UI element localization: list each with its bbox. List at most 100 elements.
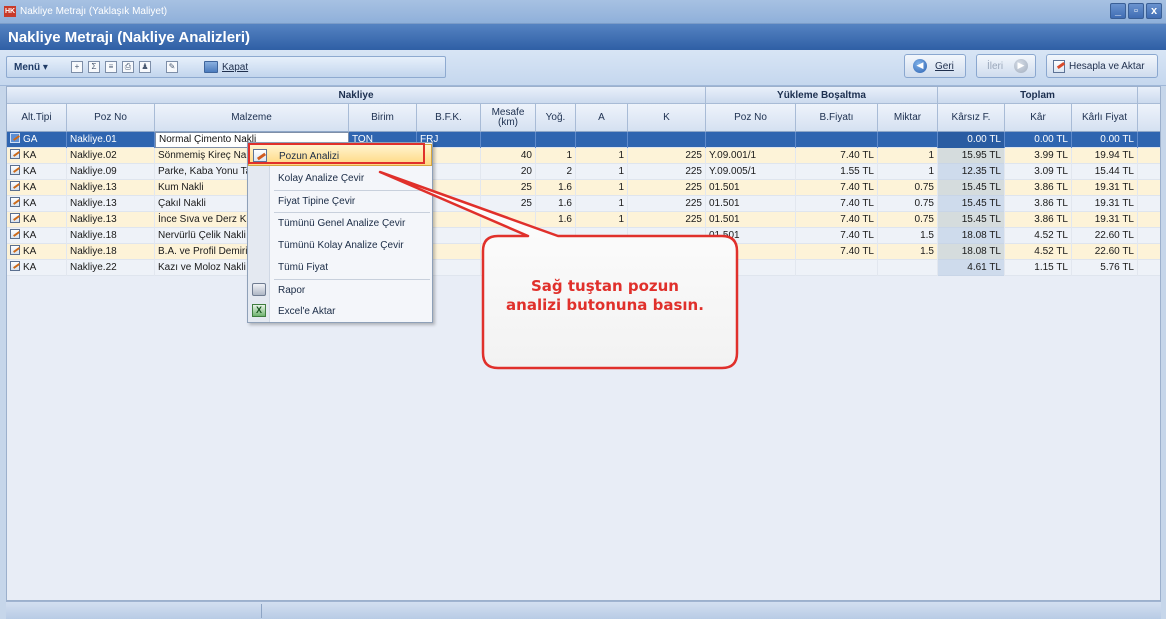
print-icon[interactable]: ⎙	[122, 61, 134, 73]
cell-karsiz[interactable]: 4.61 TL	[938, 260, 1005, 276]
cell-a[interactable]: 1	[576, 164, 628, 180]
table-row[interactable]: KANakliye.18Nervürlü Çelik NakliU01.5017…	[7, 228, 1160, 244]
back-button[interactable]: ◀ Geri	[904, 54, 966, 78]
list-icon[interactable]: ≡	[105, 61, 117, 73]
table-row[interactable]: KANakliye.02Sönmemiş Kireç NaU4011225Y.0…	[7, 148, 1160, 164]
cell-poz[interactable]: Nakliye.09	[67, 164, 155, 180]
cell-karsiz[interactable]: 15.45 TL	[938, 196, 1005, 212]
cell-tip[interactable]: KA	[7, 244, 67, 260]
menu-item-tumunu-kolay-analize-cevir[interactable]: Tümünü Kolay Analize Çevir	[248, 234, 432, 256]
cell-kar[interactable]: 3.86 TL	[1005, 180, 1072, 196]
cell-a[interactable]: 1	[576, 148, 628, 164]
cell-yog[interactable]	[536, 228, 576, 244]
column-header[interactable]: Mesafe (km)	[481, 104, 536, 132]
column-header[interactable]: B.Fiyatı	[796, 104, 878, 132]
cell-k[interactable]: 225	[628, 148, 706, 164]
cell-bfiyat[interactable]: 7.40 TL	[796, 180, 878, 196]
cell-miktar[interactable]	[878, 260, 938, 276]
cell-ypoz[interactable]: 01.501	[706, 228, 796, 244]
cell-poz[interactable]: Nakliye.22	[67, 260, 155, 276]
cell-tip[interactable]: GA	[7, 132, 67, 148]
cell-yog[interactable]: 1	[536, 148, 576, 164]
cell-bfiyat[interactable]: 7.40 TL	[796, 212, 878, 228]
cell-tip[interactable]: KA	[7, 228, 67, 244]
cell-miktar[interactable]: 1.5	[878, 244, 938, 260]
cell-bfiyat[interactable]: 7.40 TL	[796, 148, 878, 164]
table-row[interactable]: KANakliye.09Parke, Kaba Yonu TaU2021225Y…	[7, 164, 1160, 180]
cell-karli[interactable]: 15.44 TL	[1072, 164, 1138, 180]
cell-kar[interactable]: 3.09 TL	[1005, 164, 1072, 180]
cell-yog[interactable]	[536, 260, 576, 276]
table-row[interactable]: KANakliye.13İnce Sıva ve Derz KuU1.61225…	[7, 212, 1160, 228]
cell-karsiz[interactable]: 18.08 TL	[938, 244, 1005, 260]
menu-button[interactable]: Menü ▾	[14, 62, 48, 73]
cell-poz[interactable]: Nakliye.13	[67, 180, 155, 196]
edit-icon[interactable]: ✎	[166, 61, 178, 73]
cell-kar[interactable]: 3.99 TL	[1005, 148, 1072, 164]
cell-yog[interactable]: 1.6	[536, 180, 576, 196]
cell-yog[interactable]	[536, 244, 576, 260]
table-row[interactable]: KANakliye.13Kum NakliU251.6122501.5017.4…	[7, 180, 1160, 196]
cell-miktar[interactable]: 1.5	[878, 228, 938, 244]
cell-kar[interactable]: 3.86 TL	[1005, 212, 1072, 228]
cell-a[interactable]	[576, 244, 628, 260]
cell-a[interactable]	[576, 132, 628, 148]
column-header[interactable]: K	[628, 104, 706, 132]
cell-karli[interactable]: 19.31 TL	[1072, 212, 1138, 228]
menu-item-rapor[interactable]: Rapor	[248, 279, 432, 301]
cell-karsiz[interactable]: 0.00 TL	[938, 132, 1005, 148]
cell-yog[interactable]: 2	[536, 164, 576, 180]
maximize-icon[interactable]: ▫	[1128, 3, 1144, 19]
cell-poz[interactable]: Nakliye.18	[67, 228, 155, 244]
cell-ypoz[interactable]	[706, 132, 796, 148]
column-header[interactable]: Miktar	[878, 104, 938, 132]
cell-karli[interactable]: 19.31 TL	[1072, 180, 1138, 196]
calculate-export-button[interactable]: Hesapla ve Aktar	[1046, 54, 1158, 78]
cell-kar[interactable]: 1.15 TL	[1005, 260, 1072, 276]
cell-bfiyat[interactable]: 7.40 TL	[796, 196, 878, 212]
close-window-icon[interactable]	[204, 61, 218, 73]
column-header[interactable]: Kârlı Fiyat	[1072, 104, 1138, 132]
cell-ypoz[interactable]: 01.501	[706, 212, 796, 228]
cell-karli[interactable]: 22.60 TL	[1072, 228, 1138, 244]
cell-a[interactable]	[576, 228, 628, 244]
cell-miktar[interactable]: 1	[878, 164, 938, 180]
column-header[interactable]: Malzeme	[155, 104, 349, 132]
cell-mesafe[interactable]: 25	[481, 180, 536, 196]
cell-k[interactable]: 225	[628, 196, 706, 212]
cell-ypoz[interactable]: .501	[706, 244, 796, 260]
cell-miktar[interactable]: 0.75	[878, 180, 938, 196]
menu-item-fiyat-tipine-cevir[interactable]: Fiyat Tipine Çevir	[248, 190, 432, 212]
column-header[interactable]: Birim	[349, 104, 417, 132]
column-header[interactable]: B.F.K.	[417, 104, 481, 132]
menu-item-kolay-analize-cevir[interactable]: Kolay Analize Çevir	[248, 167, 432, 189]
forward-button[interactable]: İleri ▶	[976, 54, 1036, 78]
cell-k[interactable]	[628, 260, 706, 276]
cell-yog[interactable]	[536, 132, 576, 148]
table-row[interactable]: KANakliye.13Çakıl NakliU251.6122501.5017…	[7, 196, 1160, 212]
cell-a[interactable]: 1	[576, 212, 628, 228]
cell-tip[interactable]: KA	[7, 148, 67, 164]
cell-bfiyat[interactable]: 1.55 TL	[796, 164, 878, 180]
close-icon[interactable]: x	[1146, 3, 1162, 19]
cell-karsiz[interactable]: 18.08 TL	[938, 228, 1005, 244]
cell-mesafe[interactable]	[481, 132, 536, 148]
sum-icon[interactable]: Σ	[88, 61, 100, 73]
cell-k[interactable]: 225	[628, 164, 706, 180]
cell-karsiz[interactable]: 15.45 TL	[938, 212, 1005, 228]
cell-bfiyat[interactable]	[796, 132, 878, 148]
cell-a[interactable]: 1	[576, 180, 628, 196]
cell-mesafe[interactable]	[481, 244, 536, 260]
cell-yog[interactable]: 1.6	[536, 196, 576, 212]
cell-karli[interactable]: 5.76 TL	[1072, 260, 1138, 276]
cell-mesafe[interactable]: 20	[481, 164, 536, 180]
column-header[interactable]: Alt.Tipi	[7, 104, 67, 132]
table-row[interactable]: KANakliye.18B.A. ve Profil DemiriAY.5017…	[7, 244, 1160, 260]
column-header[interactable]: Kârsız F.	[938, 104, 1005, 132]
cell-miktar[interactable]	[878, 132, 938, 148]
menu-item-excele-aktar[interactable]: Excel'e Aktar	[248, 300, 432, 322]
cell-mesafe[interactable]	[481, 228, 536, 244]
cell-k[interactable]	[628, 228, 706, 244]
cell-kar[interactable]: 4.52 TL	[1005, 244, 1072, 260]
cell-yog[interactable]: 1.6	[536, 212, 576, 228]
